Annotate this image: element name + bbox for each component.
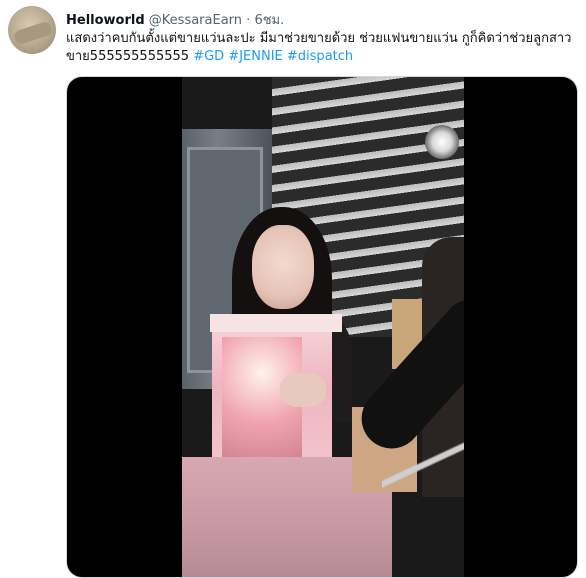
person-face	[252, 225, 314, 309]
avatar-image	[12, 20, 54, 46]
video-frame	[182, 77, 464, 577]
author-avatar[interactable]	[8, 6, 56, 54]
hashtag-jennie[interactable]: #JENNIE	[228, 49, 282, 64]
author-handle[interactable]: @KessaraEarn	[149, 13, 242, 28]
hashtag-gd[interactable]: #GD	[193, 49, 224, 64]
hashtag-dispatch[interactable]: #dispatch	[287, 49, 353, 64]
tweet-text: แสดงว่าคบกันตั้งแต่ขายแว่นละปะ มีมาช่วยข…	[66, 30, 578, 66]
tweet-card[interactable]: Helloworld @KessaraEarn · 6ชม. แสดงว่าคบ…	[0, 0, 586, 578]
separator-dot: ·	[246, 13, 251, 28]
tweet-video[interactable]	[66, 76, 578, 578]
hand	[280, 373, 326, 407]
tweet-header: Helloworld @KessaraEarn · 6ชม.	[66, 9, 284, 30]
author-name[interactable]: Helloworld	[66, 13, 145, 28]
tweet-timestamp[interactable]: 6ชม.	[254, 13, 284, 28]
ceiling-lamp	[425, 125, 459, 159]
pink-box-lid	[210, 314, 342, 332]
